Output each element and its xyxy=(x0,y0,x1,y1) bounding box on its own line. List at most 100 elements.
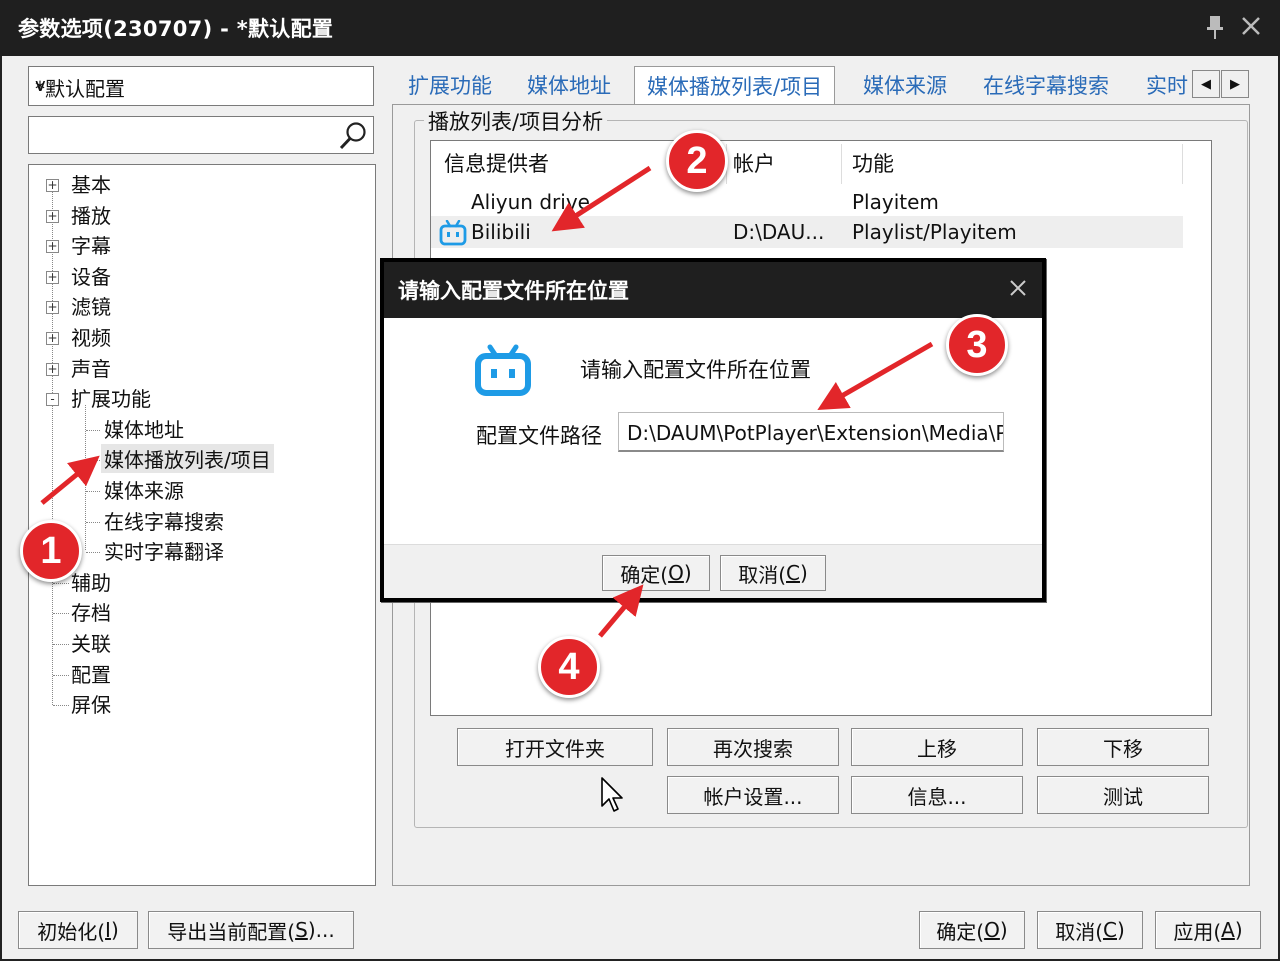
tree-item[interactable]: 扩展功能 xyxy=(71,383,151,412)
close-paren: ) xyxy=(1234,918,1243,942)
tab-online-subtitle-search[interactable]: 在线字幕搜索 xyxy=(983,70,1109,100)
test-button[interactable]: 测试 xyxy=(1037,776,1209,814)
apply-hotkey: A xyxy=(1221,918,1235,942)
column-divider[interactable] xyxy=(841,144,842,184)
tree-item[interactable]: 滤镜 xyxy=(71,291,111,320)
export-label: 导出当前配置( xyxy=(167,919,296,944)
close-paren: ) xyxy=(683,561,692,585)
config-path-input[interactable]: D:\DAUM\PotPlayer\Extension\Media\Pla xyxy=(618,412,1004,452)
ok-button[interactable]: 确定(O) xyxy=(919,911,1025,949)
close-icon[interactable] xyxy=(1008,278,1028,298)
ok-hotkey: O xyxy=(984,918,1000,942)
tree-item[interactable]: 播放 xyxy=(71,200,111,229)
tab-media-source[interactable]: 媒体来源 xyxy=(863,70,947,100)
apply-label: 应用( xyxy=(1173,919,1222,944)
list-row-aliyun[interactable]: Aliyun drive Playitem xyxy=(431,186,1183,218)
search-again-button[interactable]: 再次搜索 xyxy=(667,728,839,766)
close-paren: ) xyxy=(799,561,808,585)
annotation-badge-2: 2 xyxy=(666,130,728,192)
expand-icon[interactable]: + xyxy=(46,179,59,192)
info-button[interactable]: 信息... xyxy=(851,776,1023,814)
window-title: 参数选项(230707) - *默认配置 xyxy=(18,17,334,41)
cancel-button[interactable]: 取消(C) xyxy=(1037,911,1143,949)
tab-scroll-right-button[interactable]: ▶ xyxy=(1221,70,1249,98)
tree-item[interactable]: 基本 xyxy=(71,169,111,198)
search-icon[interactable] xyxy=(337,120,369,152)
expand-icon[interactable]: + xyxy=(46,270,59,284)
apply-button[interactable]: 应用(A) xyxy=(1155,911,1261,949)
tree-item[interactable]: 视频 xyxy=(71,322,111,351)
close-icon[interactable] xyxy=(1240,15,1262,37)
settings-tree: + 基本 + 播放 + 字幕 + 设备 + 滤镜 + 视频 + 声音 - 扩展功能 媒体地址 媒体播放列表/项目媒… xyxy=(28,164,376,886)
export-tail: )... xyxy=(307,918,335,942)
tab-media-url[interactable]: 媒体地址 xyxy=(527,70,611,100)
tree-item[interactable]: 辅助 xyxy=(71,567,111,596)
account-settings-button[interactable]: 帐户设置... xyxy=(667,776,839,814)
window-titlebar: 参数选项(230707) - *默认配置 xyxy=(0,0,1280,56)
tab-scroll-left-button[interactable]: ◀ xyxy=(1192,70,1220,98)
tree-item[interactable]: 声音 xyxy=(71,353,111,382)
profile-dropdown[interactable]: *默认配置 v xyxy=(28,66,374,106)
move-down-button[interactable]: 下移 xyxy=(1037,728,1209,766)
tree-child-item[interactable]: 在线字幕搜索 xyxy=(104,506,224,535)
tree-branch-line xyxy=(86,491,100,492)
column-header-provider[interactable]: 信息提供者 xyxy=(444,148,549,178)
bilibili-icon xyxy=(475,344,531,396)
list-row-bilibili[interactable]: Bilibili D:\DAU... Playlist/Playitem xyxy=(431,216,1183,248)
export-hotkey: S xyxy=(295,918,308,942)
collapse-icon[interactable]: - xyxy=(46,393,59,407)
tree-child-item[interactable]: 媒体地址 xyxy=(104,414,184,443)
expand-icon[interactable]: + xyxy=(46,332,59,345)
tab-strip: 扩展功能 媒体地址 媒体播放列表/项目 媒体来源 在线字幕搜索 实时 xyxy=(400,64,1250,106)
tree-item-selected[interactable]: 媒体播放列表/项目 xyxy=(101,444,274,474)
dialog-body: 请输入配置文件所在位置 配置文件路径 D:\DAUM\PotPlayer\Ext… xyxy=(384,318,1042,544)
tree-branch-line xyxy=(86,521,100,523)
row-provider: Bilibili xyxy=(471,220,531,244)
tree-branch-line xyxy=(53,582,69,584)
tree-child-item[interactable]: 媒体来源 xyxy=(104,475,184,504)
open-folder-button[interactable]: 打开文件夹 xyxy=(457,728,653,766)
annotation-badge-3: 3 xyxy=(946,314,1008,376)
column-header-function[interactable]: 功能 xyxy=(852,148,894,178)
tab-realtime[interactable]: 实时 xyxy=(1146,70,1188,100)
pin-icon[interactable] xyxy=(1204,14,1226,40)
dialog-ok-button[interactable]: 确定(O) xyxy=(602,555,710,591)
annotation-badge-4: 4 xyxy=(538,636,600,698)
tree-child-item[interactable]: 实时字幕翻译 xyxy=(104,536,224,565)
expand-icon[interactable]: + xyxy=(46,209,59,223)
tree-item[interactable]: 屏保 xyxy=(71,689,111,718)
column-header-account[interactable]: 帐户 xyxy=(733,148,775,178)
tab-extensions[interactable]: 扩展功能 xyxy=(408,70,492,100)
group-label: 播放列表/项目分析 xyxy=(424,106,608,136)
cancel-label: 取消( xyxy=(1055,919,1104,944)
bilibili-icon xyxy=(439,220,467,246)
expand-icon[interactable]: + xyxy=(46,301,59,315)
tree-item[interactable]: 存档 xyxy=(71,597,111,626)
tree-guide-line xyxy=(52,187,53,705)
tree-item[interactable]: 关联 xyxy=(71,628,111,657)
search-input[interactable] xyxy=(28,116,374,154)
dialog-titlebar: 请输入配置文件所在位置 xyxy=(384,262,1042,318)
tree-branch-line xyxy=(53,705,69,707)
arrow-right-icon: ▶ xyxy=(1230,76,1240,92)
expand-icon[interactable]: + xyxy=(46,240,59,254)
dialog-cancel-button[interactable]: 取消(C) xyxy=(720,555,826,591)
arrow-left-icon: ◀ xyxy=(1201,76,1211,92)
close-paren: ) xyxy=(1116,918,1125,942)
tree-item[interactable]: 字幕 xyxy=(71,230,111,259)
export-config-button[interactable]: 导出当前配置(S)... xyxy=(148,911,354,949)
initialize-button[interactable]: 初始化(I) xyxy=(18,911,138,949)
tree-item[interactable]: 配置 xyxy=(71,659,111,688)
chevron-down-icon: v xyxy=(35,75,46,96)
tab-media-playlist[interactable]: 媒体播放列表/项目 xyxy=(634,66,836,106)
tree-branch-line xyxy=(53,674,69,676)
tree-branch-line xyxy=(86,552,100,554)
config-path-dialog: 请输入配置文件所在位置 请输入配置文件所在位置 配置文件路径 D:\DAUM\P… xyxy=(380,258,1046,602)
tree-item[interactable]: 设备 xyxy=(71,261,111,290)
ok-label: 确定( xyxy=(620,562,669,587)
expand-icon[interactable]: + xyxy=(46,362,59,376)
mouse-cursor-icon xyxy=(601,777,623,812)
move-up-button[interactable]: 上移 xyxy=(851,728,1023,766)
column-divider[interactable] xyxy=(1182,144,1183,184)
tree-branch-line xyxy=(86,460,100,462)
